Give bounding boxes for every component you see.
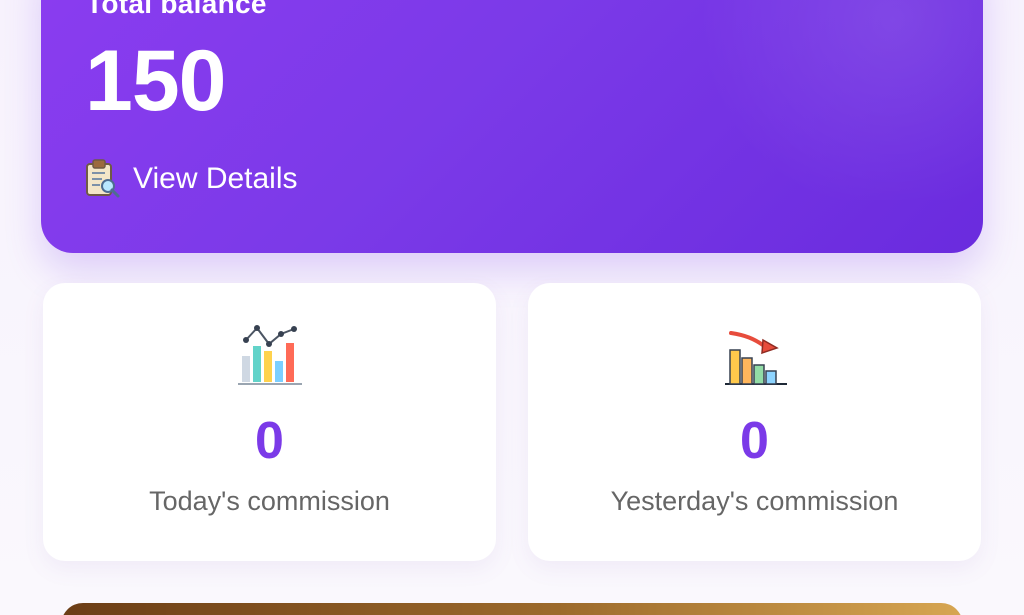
today-commission-label: Today's commission xyxy=(149,486,390,516)
balance-value: 150 xyxy=(85,33,226,129)
today-commission-value: 0 xyxy=(255,412,284,470)
page: Total balance 150 View Details 0 Today's… xyxy=(0,0,1024,615)
yesterday-commission-value: 0 xyxy=(740,412,769,470)
balance-label: Total balance xyxy=(86,0,267,19)
balance-card: Total balance 150 View Details xyxy=(41,0,983,253)
chart-decline-icon xyxy=(724,331,787,385)
view-details-label: View Details xyxy=(133,162,298,195)
chart-growth-icon xyxy=(237,325,302,385)
today-commission-card: 0 Today's commission xyxy=(43,283,496,561)
yesterday-commission-label: Yesterday's commission xyxy=(610,486,899,516)
clipboard-search-icon xyxy=(86,159,120,198)
yesterday-commission-card: 0 Yesterday's commission xyxy=(528,283,981,561)
bottom-banner xyxy=(61,603,963,615)
view-details-link[interactable]: View Details xyxy=(83,158,298,200)
